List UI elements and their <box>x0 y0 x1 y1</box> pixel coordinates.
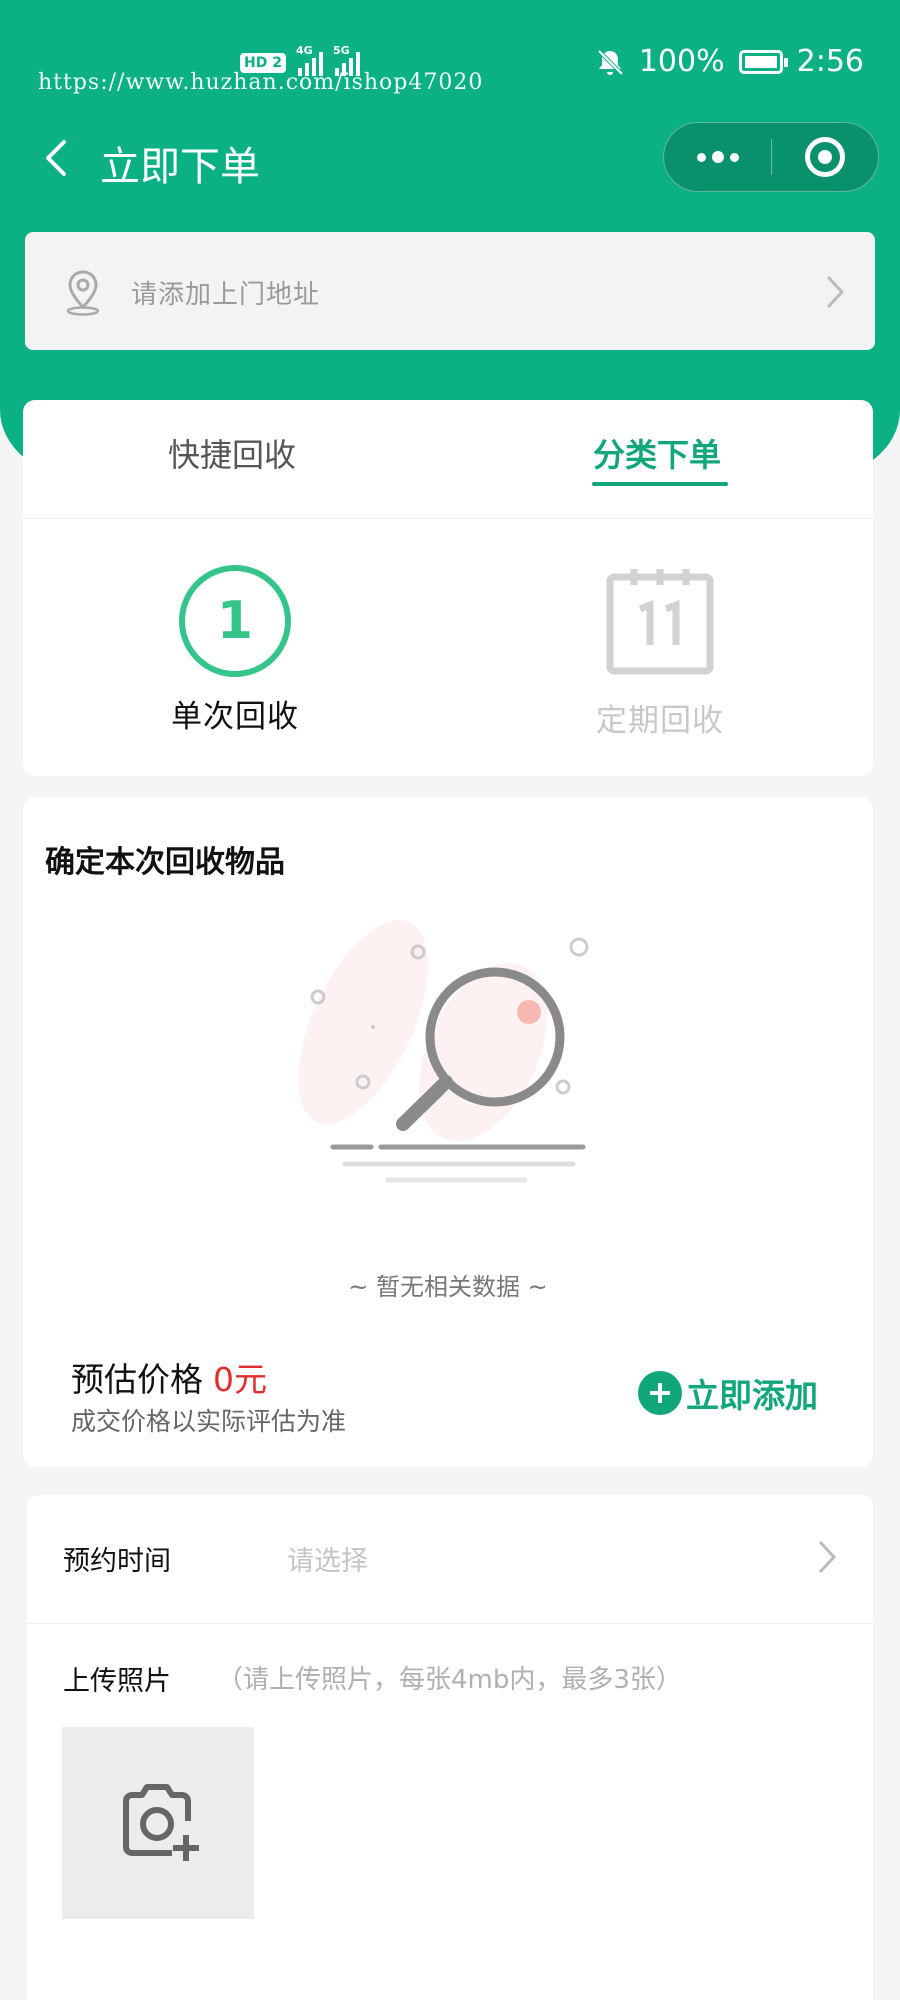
number-one-icon: 1 <box>179 565 291 677</box>
add-items-label: 立即添加 <box>686 1376 818 1415</box>
estimated-price: 预估价格 0元 <box>71 1353 267 1401</box>
empty-search-illustration <box>298 920 589 1183</box>
photo-hint: （请上传照片，每张4mb内，最多3张） <box>217 1665 682 1695</box>
more-menu-button[interactable] <box>664 122 771 192</box>
clock: 2:56 <box>796 44 864 79</box>
time-label: 预约时间 <box>63 1546 171 1577</box>
appointment-time-row[interactable]: 预约时间 请选择 <box>27 1495 873 1623</box>
signal-4g-icon: 4G <box>296 44 323 76</box>
mode-periodic-label: 定期回收 <box>596 703 724 739</box>
hd-badge-text: HD <box>244 55 268 71</box>
address-selector[interactable]: 请添加上门地址 <box>25 232 875 350</box>
network-5g-label: 5G <box>332 44 350 57</box>
empty-state-text: ~ 暂无相关数据 ~ <box>348 1273 548 1301</box>
price-label: 预估价格 <box>71 1360 203 1399</box>
battery-percent: 100% <box>638 44 725 79</box>
status-bar: https://www.huzhan.com/ishop47020 HD 2 4… <box>0 40 900 95</box>
add-items-button[interactable]: 立即添加 <box>638 1369 818 1417</box>
tab-quick-recycle[interactable]: 快捷回收 <box>168 430 296 476</box>
recycle-items-card: 确定本次回收物品 ~ 暂无相关数据 ~ 预估价格 0元 成交价格以实际评估为准 立… <box>23 797 873 1467</box>
mode-single-label: 单次回收 <box>171 699 299 735</box>
chevron-right-icon <box>818 1540 837 1574</box>
address-placeholder: 请添加上门地址 <box>131 280 321 310</box>
plus-circle-icon <box>638 1371 682 1415</box>
hd-badge: HD 2 <box>240 53 286 73</box>
tab-category-order[interactable]: 分类下单 <box>593 430 721 476</box>
divider <box>27 1623 873 1624</box>
bell-muted-icon <box>597 49 624 75</box>
page-title: 立即下单 <box>100 144 260 190</box>
navbar: 立即下单 <box>0 110 900 206</box>
status-right: 100% 2:56 <box>595 44 864 79</box>
tab-active-indicator <box>592 482 728 486</box>
order-form-card: 预约时间 请选择 上传照片 （请上传照片，每张4mb内，最多3张） <box>27 1495 873 2000</box>
network-4g-label: 4G <box>295 44 313 57</box>
order-type-card: 快捷回收 分类下单 1 单次回收 定期回收 <box>23 400 873 776</box>
miniprogram-capsule <box>663 122 879 192</box>
back-arrow-icon[interactable] <box>38 138 74 178</box>
sim-badge-text: 2 <box>272 55 282 71</box>
battery-icon <box>738 49 788 74</box>
close-miniprogram-button[interactable] <box>772 122 878 192</box>
chevron-right-icon <box>826 275 845 309</box>
signal-5g-icon: 5G <box>333 44 360 76</box>
price-note: 成交价格以实际评估为准 <box>71 1407 347 1436</box>
photo-label: 上传照片 <box>63 1666 171 1697</box>
location-pin-icon <box>66 270 100 316</box>
calendar-icon <box>606 569 714 675</box>
network-indicators: HD 2 4G 5G <box>240 44 360 76</box>
divider <box>23 518 873 519</box>
mode-single-recycle[interactable]: 1 单次回收 <box>135 565 335 736</box>
camera-add-icon <box>123 1784 199 1861</box>
target-icon <box>804 137 845 177</box>
price-value: 0元 <box>213 1360 267 1399</box>
mode-periodic-recycle[interactable]: 定期回收 <box>560 565 760 740</box>
time-placeholder: 请选择 <box>287 1546 368 1577</box>
section-title: 确定本次回收物品 <box>45 845 285 880</box>
upload-photo-button[interactable] <box>62 1727 254 1919</box>
